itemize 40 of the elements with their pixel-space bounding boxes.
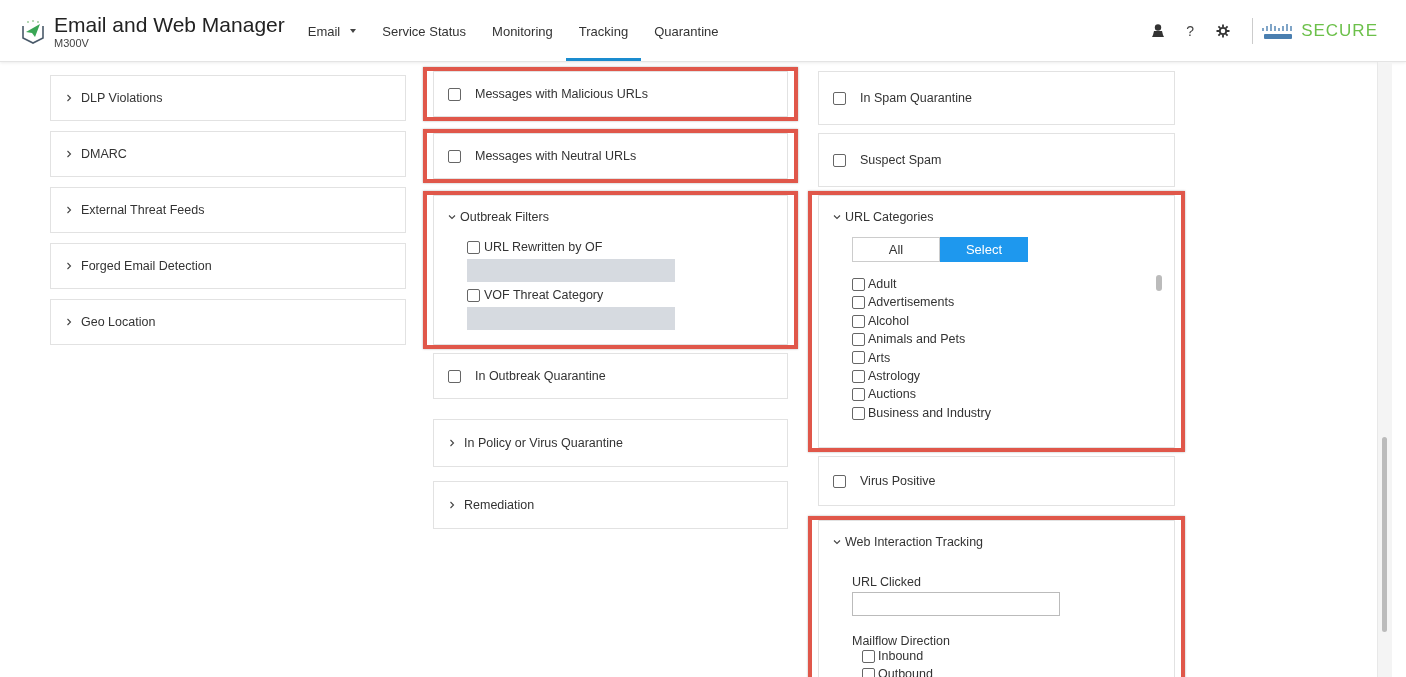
- checkbox-label: Suspect Spam: [860, 153, 942, 167]
- nav-tab[interactable]: Service Status: [369, 0, 480, 61]
- checkbox-label: Adult: [868, 276, 897, 293]
- nav-dropdown[interactable]: Email: [294, 0, 370, 61]
- field-label: URL Clicked: [852, 575, 922, 589]
- field-label: Mailflow Direction: [852, 634, 951, 648]
- model-name: M300V: [54, 36, 90, 49]
- expander[interactable]: In Policy or Virus Quarantine: [434, 436, 637, 450]
- brand-text: SECURE: [1301, 20, 1378, 41]
- checkbox-label: Outbound: [878, 665, 933, 677]
- nav-tab[interactable]: Quarantine: [641, 0, 732, 61]
- expander[interactable]: Outbreak Filters: [434, 196, 787, 224]
- nav-tab[interactable]: Tracking: [565, 0, 642, 61]
- checkbox-label: In Outbreak Quarantine: [475, 369, 606, 383]
- help-button[interactable]: ?: [1186, 22, 1195, 39]
- expander[interactable]: URL Categories: [819, 196, 1174, 224]
- checkbox-label: Messages with Neutral URLs: [475, 149, 637, 163]
- expander[interactable]: Web Interaction Tracking: [819, 521, 1174, 549]
- checkbox-label: Astrology: [868, 368, 921, 386]
- nav-tab[interactable]: Monitoring: [479, 0, 566, 61]
- checkbox-label: URL Rewritten by OF: [484, 240, 603, 254]
- checkbox-label: Advertisements: [868, 294, 955, 312]
- toggle-option[interactable]: All: [852, 237, 940, 262]
- checkbox-label: Arts: [868, 349, 891, 367]
- expander[interactable]: DMARC: [51, 147, 141, 161]
- expander[interactable]: Forged Email Detection: [51, 259, 226, 273]
- checkbox-label: In Spam Quarantine: [860, 91, 972, 105]
- checkbox-label: Alcohol: [868, 312, 909, 330]
- checkbox-label: Business and Industry: [868, 404, 991, 422]
- checkbox-label: VOF Threat Category: [484, 288, 604, 302]
- expander[interactable]: Geo Location: [51, 315, 170, 329]
- expander[interactable]: External Threat Feeds: [51, 203, 219, 217]
- app-title: Email and Web Manager: [54, 12, 285, 37]
- checkbox-label: Auctions: [868, 386, 916, 404]
- checkbox-label: Animals and Pets: [868, 331, 966, 349]
- checkbox-label: Inbound: [878, 648, 924, 665]
- expander[interactable]: DLP Violations: [51, 91, 177, 105]
- checkbox-label: Messages with Malicious URLs: [475, 87, 648, 101]
- checkbox-label: Virus Positive: [860, 474, 936, 488]
- expander[interactable]: Remediation: [434, 498, 549, 512]
